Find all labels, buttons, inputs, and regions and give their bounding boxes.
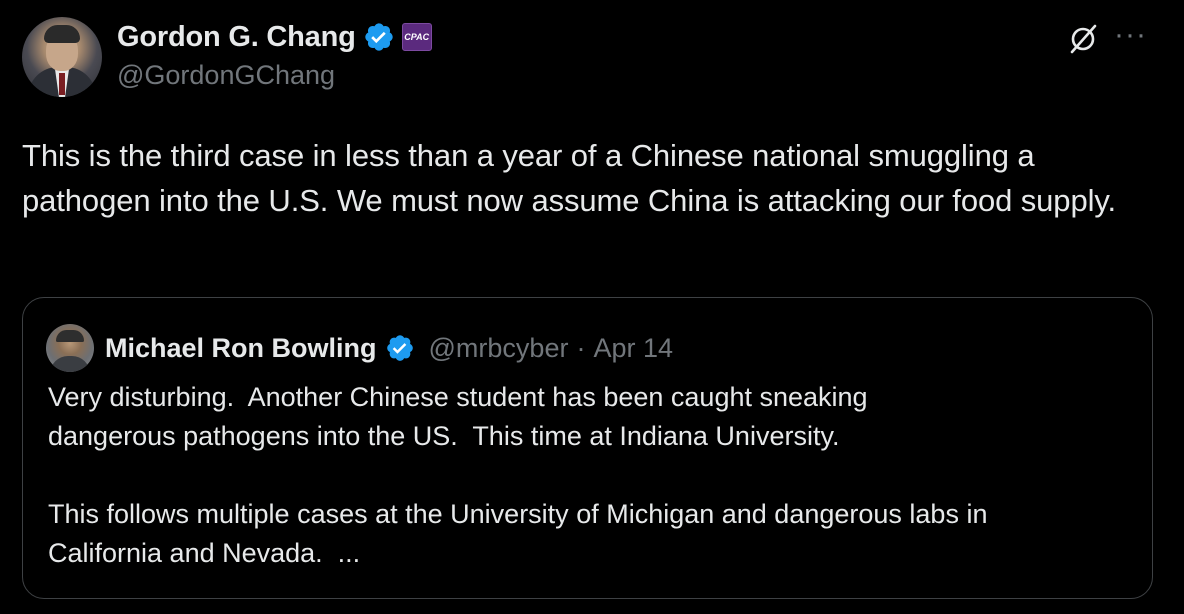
author-display-name[interactable]: Gordon G. Chang [117,21,356,54]
quoted-display-name[interactable]: Michael Ron Bowling [105,333,377,364]
grok-icon[interactable] [1066,22,1100,56]
more-options-icon[interactable]: ··· [1114,18,1147,52]
quoted-tweet-text: Very disturbing. Another Chinese student… [48,382,988,568]
separator-dot: · [576,332,586,363]
author-handle[interactable]: @GordonGChang [117,60,335,91]
quoted-header: Michael Ron Bowling @mrbcyber · Apr 14 [105,328,673,368]
tweet-text: This is the third case in less than a ye… [22,138,1116,218]
verified-badge-icon [386,335,413,361]
quoted-tweet[interactable]: Michael Ron Bowling @mrbcyber · Apr 14 V… [22,297,1153,599]
tweet-card: Gordon G. Chang CPAC @GordonGChang ··· T… [0,0,1184,614]
quoted-author-avatar[interactable] [46,324,94,372]
author-avatar[interactable] [22,17,102,97]
quoted-handle[interactable]: @mrbcyber [429,333,569,364]
affiliation-badge[interactable]: CPAC [401,23,432,51]
author-name-row: Gordon G. Chang CPAC [117,18,432,56]
verified-badge-icon[interactable] [363,21,395,53]
quoted-date[interactable]: Apr 14 [593,333,673,364]
